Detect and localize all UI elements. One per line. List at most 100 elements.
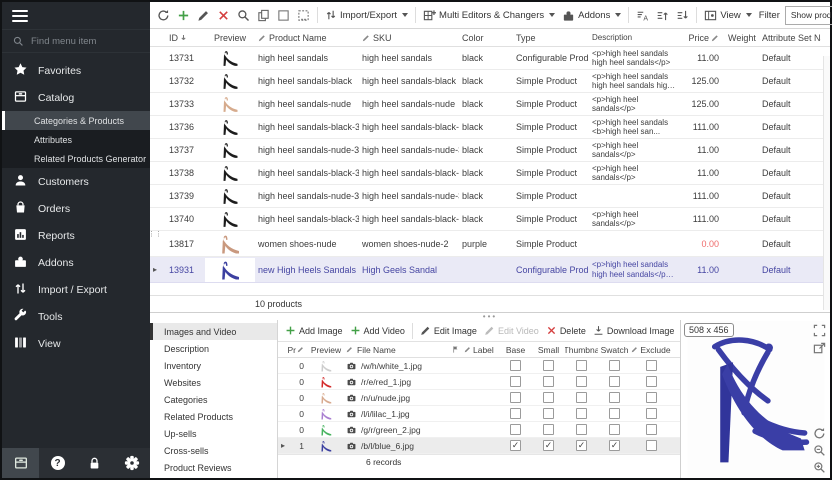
table-row[interactable]: 13739 high heel sandals-nude-37 high hee… [150, 185, 830, 208]
image-row[interactable]: 1 /b/l/blue_6.jpg [278, 438, 680, 454]
col-product-name[interactable]: Product Name [255, 33, 359, 43]
swatch-checkbox[interactable] [609, 376, 620, 387]
small-checkbox[interactable] [543, 392, 554, 403]
store-manager-logo-icon[interactable] [2, 448, 39, 478]
tab-images-and-video[interactable]: Images and Video [150, 323, 277, 340]
table-row[interactable]: 13738 high heel sandals-black-37 high he… [150, 162, 830, 185]
table-row[interactable]: 13740 high heel sandals-black-38 high he… [150, 208, 830, 231]
col-base[interactable]: Base [499, 345, 532, 355]
image-row[interactable]: 0 /n/u/nude.jpg [278, 390, 680, 406]
delete-product-button[interactable] [214, 7, 233, 24]
edit-image-button[interactable]: Edit Image [417, 323, 480, 338]
col-exclude[interactable]: Exclude [631, 345, 671, 355]
col-preview[interactable]: Preview [205, 33, 255, 43]
sidebar-item-reports[interactable]: Reports [2, 222, 150, 249]
base-checkbox[interactable] [510, 424, 521, 435]
table-row[interactable]: 13817 women shoes-nude women shoes-nude-… [150, 231, 830, 257]
sidebar-subitem-attributes[interactable]: Attributes [2, 130, 150, 149]
image-row[interactable]: 0 /w/h/white_1.jpg [278, 358, 680, 374]
image-row[interactable]: 0 /g/r/green_2.jpg [278, 422, 680, 438]
col-thumbnail[interactable]: Thumbna [565, 345, 598, 355]
paste-special-button[interactable] [294, 7, 313, 24]
sidebar-item-view[interactable]: View [2, 330, 150, 357]
exclude-checkbox[interactable] [646, 408, 657, 419]
move-up-button[interactable] [653, 7, 672, 24]
tab-categories[interactable]: Categories [150, 391, 277, 408]
rotate-icon[interactable] [813, 427, 826, 440]
sidebar-item-favorites[interactable]: Favorites [2, 57, 150, 84]
sidebar-search-input[interactable]: Find menu item [2, 29, 150, 53]
settings-gear-icon[interactable] [113, 448, 150, 478]
refresh-button[interactable] [154, 7, 173, 24]
zoom-in-icon[interactable] [813, 461, 826, 474]
small-checkbox[interactable] [543, 360, 554, 371]
hamburger-menu-icon[interactable] [12, 7, 28, 25]
help-icon[interactable]: ? [39, 448, 76, 478]
swatch-checkbox[interactable] [609, 360, 620, 371]
swatch-checkbox[interactable] [609, 424, 620, 435]
sidebar-item-tools[interactable]: Tools [2, 303, 150, 330]
thumbnail-checkbox[interactable] [576, 408, 587, 419]
table-row[interactable]: 13736 high heel sandals-black-36 high he… [150, 116, 830, 139]
base-checkbox[interactable] [510, 376, 521, 387]
sort-az-button[interactable]: A [633, 7, 652, 24]
small-checkbox[interactable] [543, 376, 554, 387]
fullscreen-icon[interactable] [813, 324, 826, 337]
thumbnail-checkbox[interactable] [576, 392, 587, 403]
addons-menu[interactable]: Addons [559, 7, 624, 24]
thumbnail-checkbox[interactable] [576, 360, 587, 371]
swatch-checkbox[interactable] [609, 392, 620, 403]
tab-product-reviews[interactable]: Product Reviews [150, 459, 277, 476]
col-price[interactable]: Price [679, 33, 725, 43]
exclude-checkbox[interactable] [646, 392, 657, 403]
horizontal-splitter-handle[interactable]: ••• [150, 313, 830, 320]
col-attribute-set[interactable]: Attribute Set Name [759, 33, 821, 43]
col-sku[interactable]: SKU [359, 33, 459, 43]
col-file-name[interactable]: File Name [343, 345, 449, 355]
select-checkbox-icon[interactable] [274, 7, 293, 24]
col-weight[interactable]: Weight [725, 33, 759, 43]
tab-cross-sells[interactable]: Cross-sells [150, 442, 277, 459]
small-checkbox[interactable] [543, 424, 554, 435]
exclude-checkbox[interactable] [646, 360, 657, 371]
edit-video-button[interactable]: Edit Video [481, 323, 542, 338]
move-down-button[interactable] [673, 7, 692, 24]
base-checkbox[interactable] [510, 440, 521, 451]
col-small[interactable]: Small [532, 345, 565, 355]
search-products-button[interactable] [234, 7, 253, 24]
base-checkbox[interactable] [510, 360, 521, 371]
swatch-checkbox[interactable] [609, 408, 620, 419]
tab-related-products[interactable]: Related Products [150, 408, 277, 425]
sidebar-item-orders[interactable]: Orders [2, 195, 150, 222]
exclude-checkbox[interactable] [646, 440, 657, 451]
vertical-scrollbar[interactable] [823, 56, 830, 310]
small-checkbox[interactable] [543, 440, 554, 451]
col-flag[interactable] [449, 345, 461, 354]
small-checkbox[interactable] [543, 408, 554, 419]
tab-up-sells[interactable]: Up-sells [150, 425, 277, 442]
tab-websites[interactable]: Websites [150, 374, 277, 391]
lock-icon[interactable] [76, 448, 113, 478]
zoom-out-icon[interactable] [813, 444, 826, 457]
sidebar-subitem-categories-products[interactable]: Categories & Products [2, 111, 150, 130]
thumbnail-checkbox[interactable] [576, 376, 587, 387]
sidebar-item-customers[interactable]: Customers [2, 168, 150, 195]
add-image-button[interactable]: Add Image [282, 323, 346, 338]
add-product-button[interactable] [174, 7, 193, 24]
col-image-preview[interactable]: Preview [309, 345, 343, 355]
image-row[interactable]: 0 /r/e/red_1.jpg [278, 374, 680, 390]
multi-editors-menu[interactable]: Multi Editors & Changers [420, 7, 558, 24]
col-position[interactable]: Pr [287, 345, 309, 355]
base-checkbox[interactable] [510, 408, 521, 419]
col-id[interactable]: ID [163, 33, 205, 43]
exclude-checkbox[interactable] [646, 376, 657, 387]
category-filter-dropdown[interactable]: Show products from selected categories [785, 6, 832, 25]
tab-inventory[interactable]: Inventory [150, 357, 277, 374]
edit-product-button[interactable] [194, 7, 213, 24]
thumbnail-checkbox[interactable] [576, 440, 587, 451]
table-row[interactable]: 13731 high heel sandals high heel sandal… [150, 47, 830, 70]
import-export-menu[interactable]: Import/Export [322, 7, 411, 23]
exclude-checkbox[interactable] [646, 424, 657, 435]
table-row[interactable]: 13931 new High Heels Sandals High Geels … [150, 257, 830, 283]
panel-splitter-handle[interactable]: ⋮⋮ [148, 232, 154, 254]
